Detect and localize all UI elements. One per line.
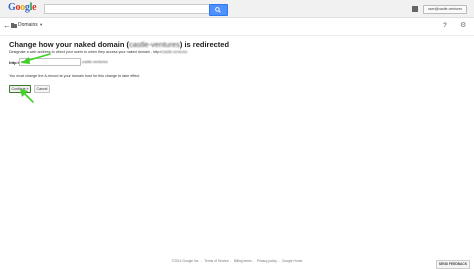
gear-icon[interactable]: ⚙ xyxy=(460,21,466,29)
footer-link-terms[interactable]: Terms of Service xyxy=(204,259,229,263)
footer-link-billing[interactable]: Billing terms xyxy=(234,259,252,263)
chevron-down-icon: ▼ xyxy=(39,22,44,27)
search-icon xyxy=(215,7,221,13)
annotation-arrow-continue xyxy=(20,89,34,103)
page-title-suffix: ) is redirected xyxy=(179,40,230,49)
domain-suffix: .castle-ventures xyxy=(81,60,108,64)
footer: ©2014 Google Inc. - Terms of Service - Bil… xyxy=(171,259,303,263)
section-label: Domains xyxy=(18,22,38,28)
page-title-domain: castle-ventures xyxy=(129,40,180,49)
folder-icon xyxy=(11,23,17,28)
google-logo[interactable]: Google xyxy=(8,2,37,13)
apps-grid-icon[interactable] xyxy=(412,6,418,12)
footer-link-privacy[interactable]: Privacy policy xyxy=(257,259,277,263)
footer-link-google-home[interactable]: Google Home xyxy=(282,259,302,263)
annotation-arrow-input xyxy=(21,53,51,64)
footer-copyright: ©2014 Google Inc. xyxy=(171,259,200,263)
page-title-prefix: Change how your naked domain ( xyxy=(9,40,130,49)
account-button[interactable]: user@castle-ventures xyxy=(423,5,467,14)
section-dropdown[interactable]: Domains ▼ xyxy=(18,22,43,28)
cancel-button[interactable]: Cancel xyxy=(34,85,50,93)
top-bar: Google user@castle-ventures xyxy=(0,0,474,18)
sub-navigation: ← Domains ▼ ? ⚙ xyxy=(0,17,474,36)
a-record-notice: You must change the A-record at your dom… xyxy=(9,74,141,78)
back-arrow-icon[interactable]: ← xyxy=(3,21,11,30)
description-domain: castle-ventures xyxy=(162,50,188,54)
search-input[interactable] xyxy=(44,4,210,14)
page-title: Change how your naked domain (castle-ven… xyxy=(9,40,229,49)
help-icon[interactable]: ? xyxy=(443,22,447,29)
search-button[interactable] xyxy=(209,4,228,16)
